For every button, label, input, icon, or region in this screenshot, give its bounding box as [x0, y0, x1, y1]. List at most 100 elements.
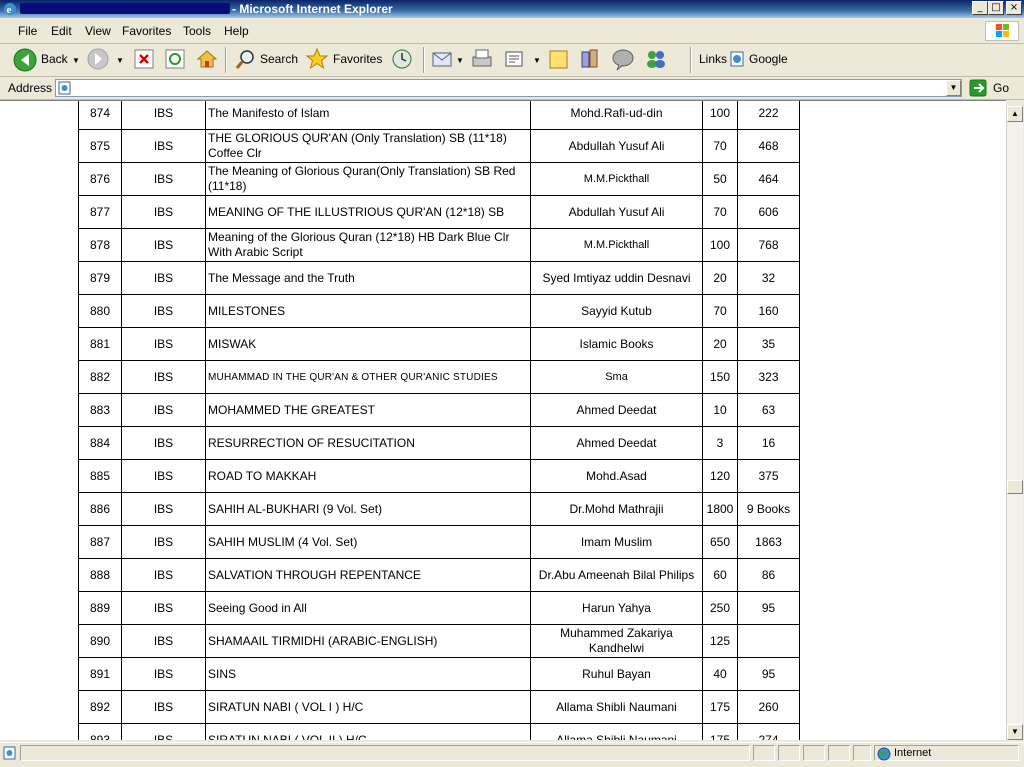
- menu-view[interactable]: View: [85, 24, 111, 38]
- price-cell: 10: [702, 393, 738, 427]
- pages-cell: 35: [737, 327, 800, 361]
- forward-arrow-icon[interactable]: [86, 47, 110, 71]
- book-title-cell: SALVATION THROUGH REPENTANCE: [205, 558, 531, 592]
- links-button[interactable]: Links: [699, 52, 727, 66]
- back-arrow-icon[interactable]: [12, 47, 38, 73]
- google-page-icon: [730, 51, 744, 67]
- print-icon[interactable]: [469, 47, 495, 71]
- toolbar-separator: [690, 47, 692, 73]
- row-number-cell: 889: [78, 591, 122, 625]
- book-title-cell: The Manifesto of Islam: [205, 101, 531, 130]
- pages-cell: 375: [737, 459, 800, 493]
- table-row: 884 IBS RESURRECTION OF RESUCITATION Ahmed …: [78, 426, 800, 460]
- home-icon[interactable]: [195, 47, 219, 71]
- history-icon[interactable]: [390, 48, 414, 70]
- close-button[interactable]: ×: [1006, 1, 1022, 15]
- publisher-cell: IBS: [121, 294, 206, 328]
- back-button[interactable]: Back: [41, 52, 68, 66]
- menu-file[interactable]: File: [18, 24, 37, 38]
- menu-tools[interactable]: Tools: [183, 24, 211, 38]
- pages-cell: 260: [737, 690, 800, 724]
- go-button[interactable]: Go: [993, 81, 1009, 95]
- book-title-cell: MEANING OF THE ILLUSTRIOUS QUR'AN (12*18…: [205, 195, 531, 229]
- pages-cell: 86: [737, 558, 800, 592]
- book-title-cell: SIRATUN NABI ( VOL I ) H/C: [205, 690, 531, 724]
- messenger-bubble-icon[interactable]: [610, 47, 636, 71]
- edit-icon[interactable]: [503, 49, 525, 69]
- table-row: 892 IBS SIRATUN NABI ( VOL I ) H/C Allama S…: [78, 690, 800, 724]
- address-input[interactable]: [55, 79, 962, 97]
- window-title: - Microsoft Internet Explorer: [232, 2, 393, 16]
- author-cell: Ahmed Deedat: [530, 393, 703, 427]
- status-panel: [753, 745, 775, 761]
- google-link[interactable]: Google: [749, 52, 788, 66]
- favorites-button[interactable]: Favorites: [333, 52, 382, 66]
- price-cell: 3: [702, 426, 738, 460]
- toolbar-separator: [423, 47, 425, 73]
- discuss-note-icon[interactable]: [547, 48, 571, 70]
- book-title-cell: The Meaning of Glorious Quran(Only Trans…: [205, 162, 531, 196]
- row-number-cell: 883: [78, 393, 122, 427]
- book-title-cell: SAHIH AL-BUKHARI (9 Vol. Set): [205, 492, 531, 526]
- table-row: 878 IBS Meaning of the Glorious Quran (12*…: [78, 228, 800, 262]
- publisher-cell: IBS: [121, 195, 206, 229]
- ie-logo-icon: e: [4, 3, 16, 16]
- author-cell: Sayyid Kutub: [530, 294, 703, 328]
- book-title-cell: SAHIH MUSLIM (4 Vol. Set): [205, 525, 531, 559]
- favorites-star-icon[interactable]: [305, 47, 329, 71]
- back-dropdown-icon[interactable]: ▼: [72, 56, 80, 65]
- table-row: 881 IBS MISWAK Islamic Books 20 35: [78, 327, 800, 361]
- pages-cell: 768: [737, 228, 800, 262]
- stop-icon[interactable]: [133, 48, 155, 70]
- vertical-scrollbar[interactable]: [1006, 106, 1023, 740]
- price-cell: 50: [702, 162, 738, 196]
- price-cell: 250: [702, 591, 738, 625]
- menu-help[interactable]: Help: [224, 24, 249, 38]
- menu-favorites[interactable]: Favorites: [122, 24, 171, 38]
- status-panel: [828, 745, 850, 761]
- publisher-cell: IBS: [121, 591, 206, 625]
- row-number-cell: 877: [78, 195, 122, 229]
- pages-cell: 323: [737, 360, 800, 394]
- table-row: 886 IBS SAHIH AL-BUKHARI (9 Vol. Set) Dr.Mo…: [78, 492, 800, 526]
- windows-flag-icon: [985, 21, 1019, 41]
- table-row: 888 IBS SALVATION THROUGH REPENTANCE Dr.Abu…: [78, 558, 800, 592]
- scroll-thumb[interactable]: [1007, 480, 1023, 494]
- search-icon[interactable]: [234, 48, 256, 70]
- author-cell: Ruhul Bayan: [530, 657, 703, 691]
- status-panel: [803, 745, 825, 761]
- book-title-cell: The Message and the Truth: [205, 261, 531, 295]
- minimize-button[interactable]: _: [972, 1, 988, 15]
- address-dropdown-icon[interactable]: ▼: [946, 80, 961, 96]
- price-cell: 100: [702, 228, 738, 262]
- maximize-button[interactable]: □: [988, 1, 1004, 15]
- table-row: 877 IBS MEANING OF THE ILLUSTRIOUS QUR'AN …: [78, 195, 800, 229]
- row-number-cell: 892: [78, 690, 122, 724]
- publisher-cell: IBS: [121, 426, 206, 460]
- menu-edit[interactable]: Edit: [51, 24, 72, 38]
- pages-cell: 95: [737, 591, 800, 625]
- pages-cell: [737, 624, 800, 658]
- messenger-people-icon[interactable]: [643, 47, 669, 71]
- pages-cell: 222: [737, 101, 800, 130]
- table-row: 876 IBS The Meaning of Glorious Quran(Only…: [78, 162, 800, 196]
- scroll-up-icon[interactable]: ▲: [1007, 106, 1023, 122]
- security-zone-label: Internet: [894, 747, 932, 759]
- price-cell: 70: [702, 294, 738, 328]
- author-cell: Dr.Mohd Mathrajii: [530, 492, 703, 526]
- publisher-cell: IBS: [121, 129, 206, 163]
- redacted-url: [20, 3, 230, 14]
- price-cell: 20: [702, 327, 738, 361]
- book-title-cell: ROAD TO MAKKAH: [205, 459, 531, 493]
- research-icon[interactable]: [578, 47, 602, 71]
- refresh-icon[interactable]: [164, 48, 186, 70]
- edit-dropdown-icon[interactable]: ▼: [533, 56, 541, 65]
- scroll-down-icon[interactable]: ▼: [1007, 724, 1023, 740]
- mail-dropdown-icon[interactable]: ▼: [456, 56, 464, 65]
- status-panel: [853, 745, 871, 761]
- mail-icon[interactable]: [431, 48, 455, 70]
- price-cell: 70: [702, 195, 738, 229]
- author-cell: Allama Shibli Naumani: [530, 723, 703, 740]
- search-button[interactable]: Search: [260, 52, 298, 66]
- forward-dropdown-icon[interactable]: ▼: [116, 56, 124, 65]
